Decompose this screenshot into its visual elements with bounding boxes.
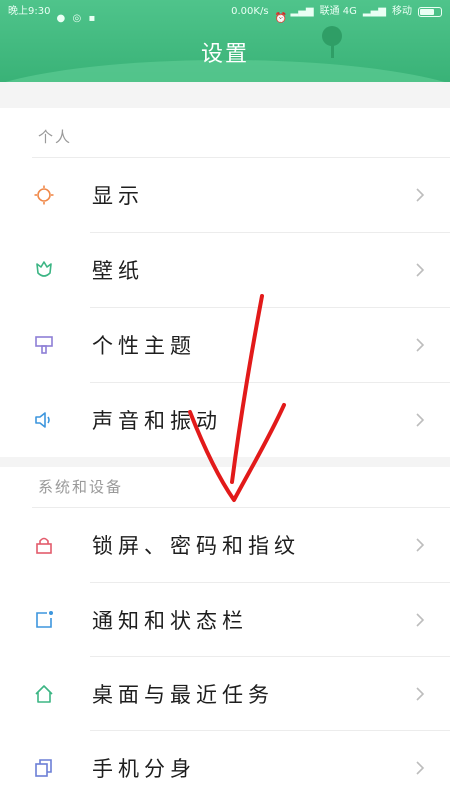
chevron-right-icon	[416, 687, 425, 701]
chevron-right-icon	[416, 613, 425, 627]
brush-icon	[35, 336, 53, 354]
weibo-icon: ◎	[72, 13, 82, 24]
copy-icon	[35, 759, 52, 777]
settings-item-desktop[interactable]: 桌面与最近任务	[0, 657, 450, 731]
settings-item-notifications[interactable]: 通知和状态栏	[0, 583, 450, 657]
section-spacer	[0, 457, 450, 467]
home-icon	[35, 685, 53, 703]
status-bar: 晚上9:30 ● ◎ ▪ 0.00K/s ⏰ ▂▄▆ 联通 4G ▂▄▆ 移动	[0, 0, 450, 24]
carrier1: 联通 4G	[319, 6, 357, 17]
battery-icon	[418, 7, 442, 17]
settings-item-label: 手机分身	[92, 757, 196, 781]
section-label-system: 系统和设备	[38, 478, 124, 496]
settings-item-display[interactable]: 显示	[0, 158, 450, 232]
notification-icon	[36, 611, 53, 628]
chevron-right-icon	[416, 538, 425, 552]
notification-small-icon: ▪	[88, 13, 96, 24]
carrier2: 移动	[392, 6, 412, 17]
network-speed: 0.00K/s	[231, 6, 269, 17]
settings-item-label: 个性主题	[92, 334, 196, 358]
signal2-icon: ▂▄▆	[362, 6, 386, 17]
settings-item-label: 锁屏、密码和指纹	[92, 534, 300, 558]
lock-icon	[36, 537, 52, 554]
header: 晚上9:30 ● ◎ ▪ 0.00K/s ⏰ ▂▄▆ 联通 4G ▂▄▆ 移动 …	[0, 0, 450, 82]
chevron-right-icon	[416, 263, 425, 277]
settings-item-label: 桌面与最近任务	[92, 683, 274, 707]
settings-item-sound[interactable]: 声音和振动	[0, 383, 450, 457]
chevron-right-icon	[416, 413, 425, 427]
settings-item-label: 显示	[92, 184, 144, 208]
section-label-personal: 个人	[38, 128, 73, 146]
chevron-right-icon	[416, 188, 425, 202]
settings-item-lock[interactable]: 锁屏、密码和指纹	[0, 508, 450, 582]
qq-icon: ●	[56, 13, 66, 24]
section-spacer	[0, 82, 450, 108]
sun-icon	[34, 185, 54, 205]
settings-item-label: 通知和状态栏	[92, 609, 248, 633]
page-title: 设置	[200, 42, 249, 67]
signal-icon: ▂▄▆	[290, 6, 314, 17]
speaker-icon	[35, 412, 50, 428]
tulip-icon	[36, 261, 52, 277]
chevron-right-icon	[416, 338, 425, 352]
settings-item-theme[interactable]: 个性主题	[0, 308, 450, 382]
settings-item-dual-apps[interactable]: 手机分身	[0, 731, 450, 805]
status-time: 晚上9:30	[8, 6, 51, 17]
settings-item-label: 壁纸	[92, 259, 144, 283]
chevron-right-icon	[416, 761, 425, 775]
settings-item-wallpaper[interactable]: 壁纸	[0, 233, 450, 307]
alarm-icon: ⏰	[274, 13, 287, 24]
settings-item-label: 声音和振动	[92, 409, 222, 433]
